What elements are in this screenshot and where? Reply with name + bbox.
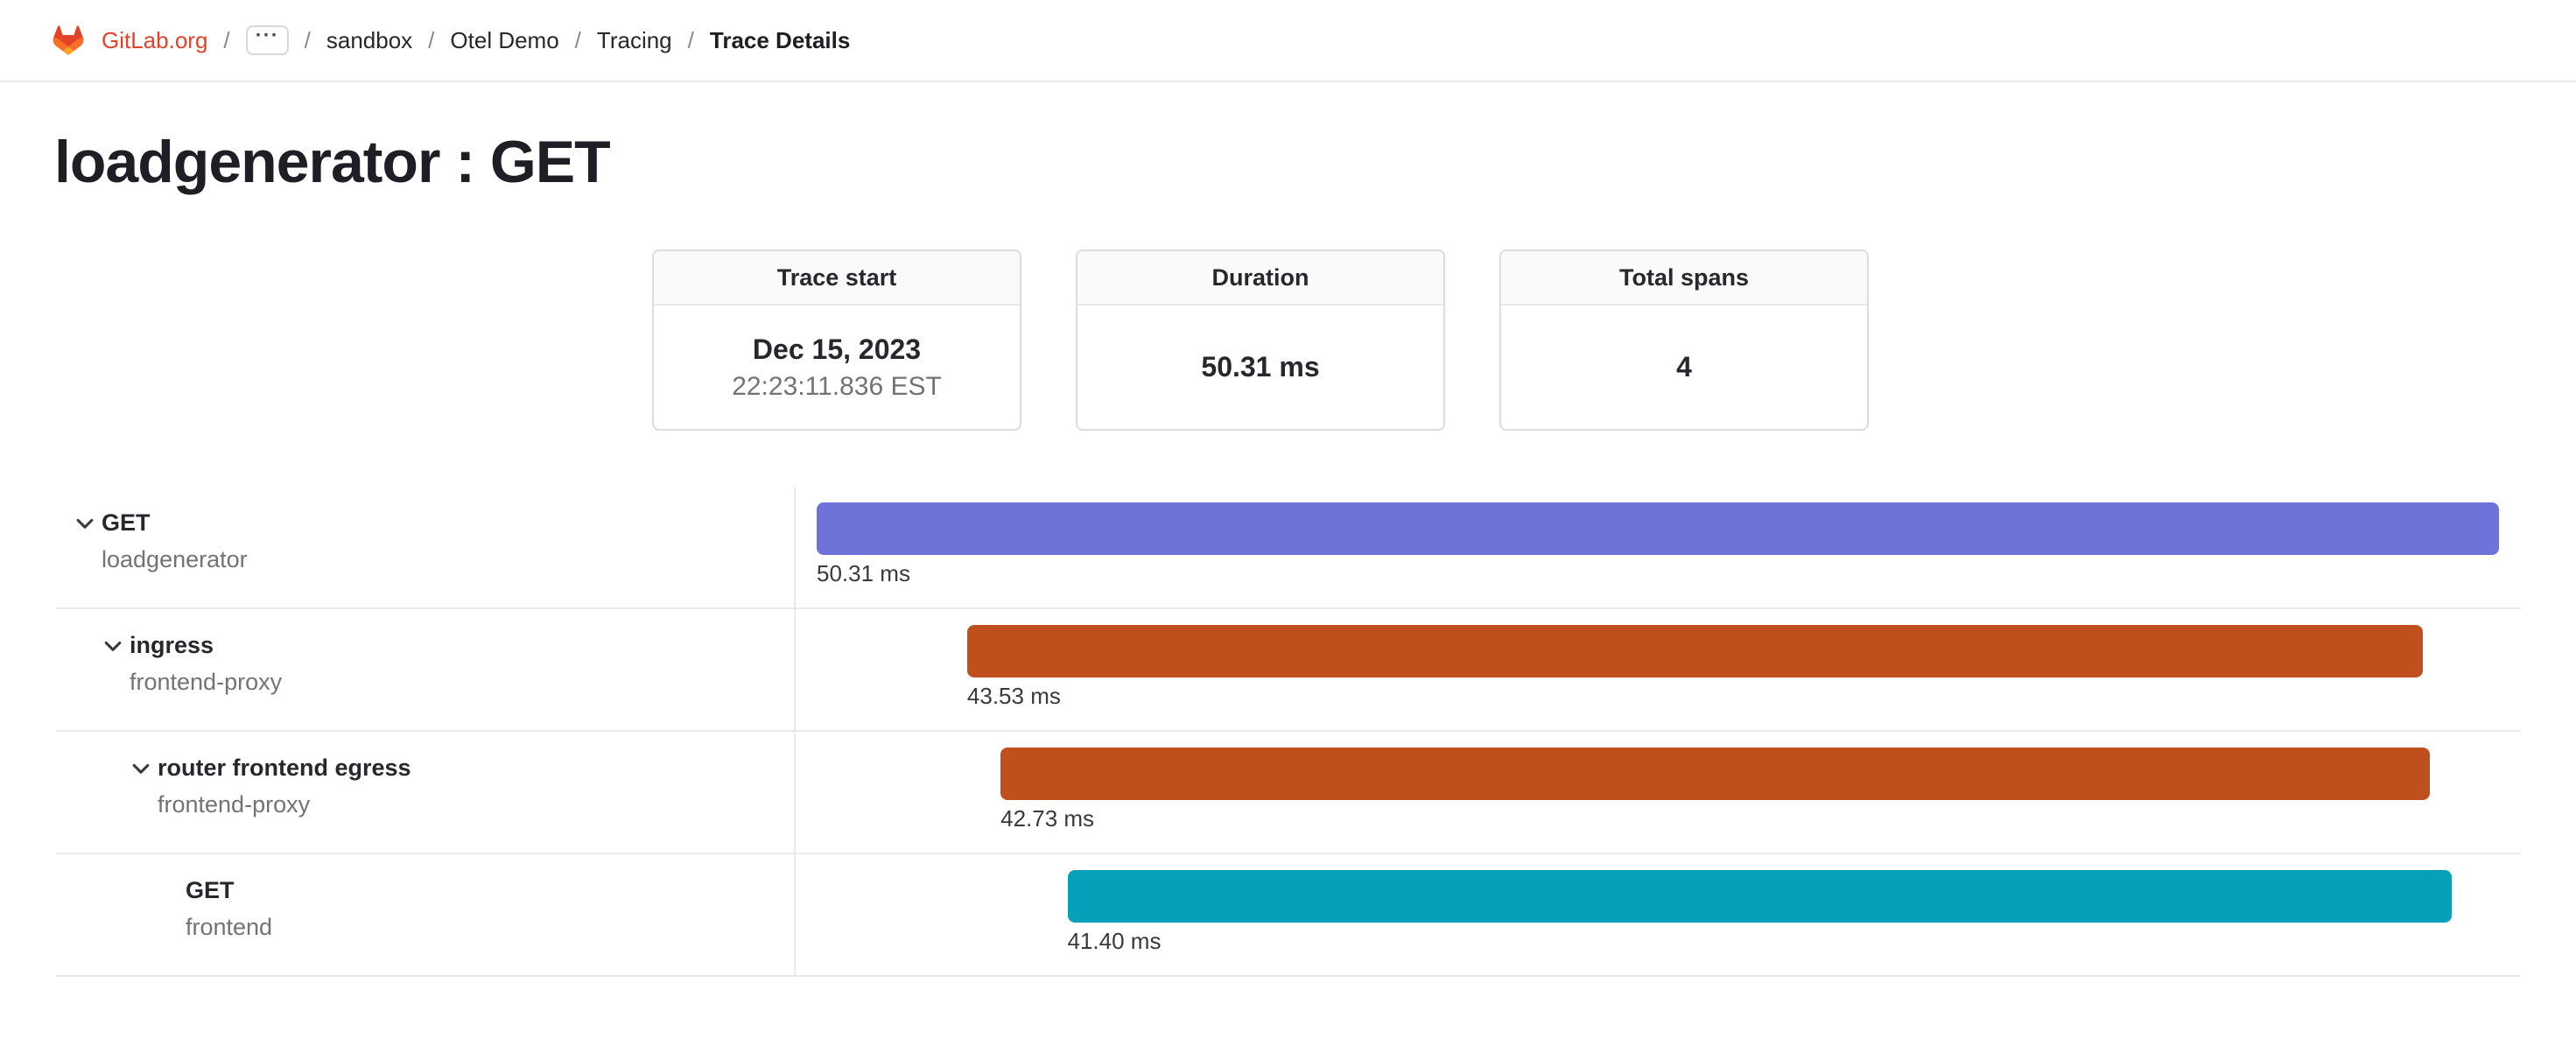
breadcrumb-item-otel-demo[interactable]: Otel Demo	[450, 27, 558, 54]
span-row: router frontend egress frontend-proxy 42…	[56, 732, 2521, 854]
card-secondary: 22:23:11.836 EST	[732, 372, 942, 402]
trace-waterfall: GET loadgenerator 50.31 ms ingress front…	[56, 487, 2521, 977]
span-operation: router frontend egress	[158, 753, 794, 783]
gitlab-logo-icon[interactable]	[53, 25, 84, 56]
breadcrumb-item-tracing[interactable]: Tracing	[597, 27, 672, 54]
span-duration-bar[interactable]	[967, 625, 2423, 677]
breadcrumb-separator: /	[688, 27, 694, 54]
span-duration-label: 41.40 ms	[1068, 928, 1162, 955]
card-value: Dec 15, 2023	[753, 333, 921, 366]
span-timeline-cell: 50.31 ms	[794, 487, 2521, 607]
span-row: GET loadgenerator 50.31 ms	[56, 487, 2521, 609]
breadcrumb-item-trace-details[interactable]: Trace Details	[710, 27, 850, 54]
chevron-down-icon[interactable]	[102, 635, 124, 657]
card-title: Duration	[1077, 251, 1443, 305]
breadcrumb: GitLab.org / ··· / sandbox / Otel Demo / Tracing…	[53, 25, 850, 56]
span-label-cell: router frontend egress frontend-proxy	[56, 732, 794, 853]
span-timeline-cell: 41.40 ms	[794, 854, 2521, 975]
span-row: ingress frontend-proxy 43.53 ms	[56, 609, 2521, 732]
span-duration-label: 43.53 ms	[967, 683, 1061, 710]
breadcrumb-separator: /	[223, 27, 229, 54]
span-timeline-cell: 43.53 ms	[794, 609, 2521, 730]
timeline-track: 42.73 ms	[817, 732, 2499, 853]
summary-card-duration: Duration 50.31 ms	[1076, 249, 1445, 431]
span-label-cell: ingress frontend-proxy	[56, 609, 794, 730]
span-service: loadgenerator	[102, 544, 794, 574]
span-service: frontend	[186, 912, 794, 942]
card-value: 50.31 ms	[1201, 351, 1319, 383]
span-operation: ingress	[130, 630, 794, 660]
timeline-track: 50.31 ms	[817, 487, 2499, 607]
breadcrumb-ellipsis-button[interactable]: ···	[246, 25, 289, 55]
span-duration-label: 50.31 ms	[817, 560, 910, 587]
span-service: frontend-proxy	[158, 790, 794, 819]
chevron-down-icon[interactable]	[74, 512, 96, 535]
span-duration-label: 42.73 ms	[1000, 805, 1094, 832]
card-title: Trace start	[654, 251, 1020, 305]
span-list: GET loadgenerator 50.31 ms ingress front…	[56, 487, 2521, 977]
breadcrumb-item-gitlab-org[interactable]: GitLab.org	[102, 27, 207, 54]
card-value: 4	[1676, 351, 1692, 383]
page-title: loadgenerator : GET	[54, 128, 2576, 196]
span-row: GET frontend 41.40 ms	[56, 854, 2521, 977]
span-duration-bar[interactable]	[1068, 870, 2453, 923]
span-duration-bar[interactable]	[817, 502, 2499, 555]
summary-cards: Trace start Dec 15, 2023 22:23:11.836 ES…	[0, 249, 2521, 431]
span-timeline-cell: 42.73 ms	[794, 732, 2521, 853]
card-title: Total spans	[1501, 251, 1867, 305]
card-body: 50.31 ms	[1077, 305, 1443, 429]
chevron-down-icon[interactable]	[130, 757, 152, 780]
span-operation: GET	[102, 508, 794, 537]
span-label-cell: GET frontend	[56, 854, 794, 975]
breadcrumb-item-sandbox[interactable]: sandbox	[326, 27, 412, 54]
card-body: 4	[1501, 305, 1867, 429]
span-service: frontend-proxy	[130, 667, 794, 697]
timeline-track: 41.40 ms	[817, 854, 2499, 975]
span-duration-bar[interactable]	[1000, 748, 2429, 800]
card-body: Dec 15, 2023 22:23:11.836 EST	[654, 305, 1020, 429]
breadcrumb-separator: /	[575, 27, 581, 54]
breadcrumb-separator: /	[305, 27, 311, 54]
summary-card-total-spans: Total spans 4	[1499, 249, 1869, 431]
timeline-track: 43.53 ms	[817, 609, 2499, 730]
breadcrumb-separator: /	[428, 27, 434, 54]
span-label-cell: GET loadgenerator	[56, 487, 794, 607]
span-operation: GET	[186, 875, 794, 905]
breadcrumb-bar: GitLab.org / ··· / sandbox / Otel Demo / Tracing…	[0, 0, 2576, 82]
summary-card-trace-start: Trace start Dec 15, 2023 22:23:11.836 ES…	[652, 249, 1021, 431]
